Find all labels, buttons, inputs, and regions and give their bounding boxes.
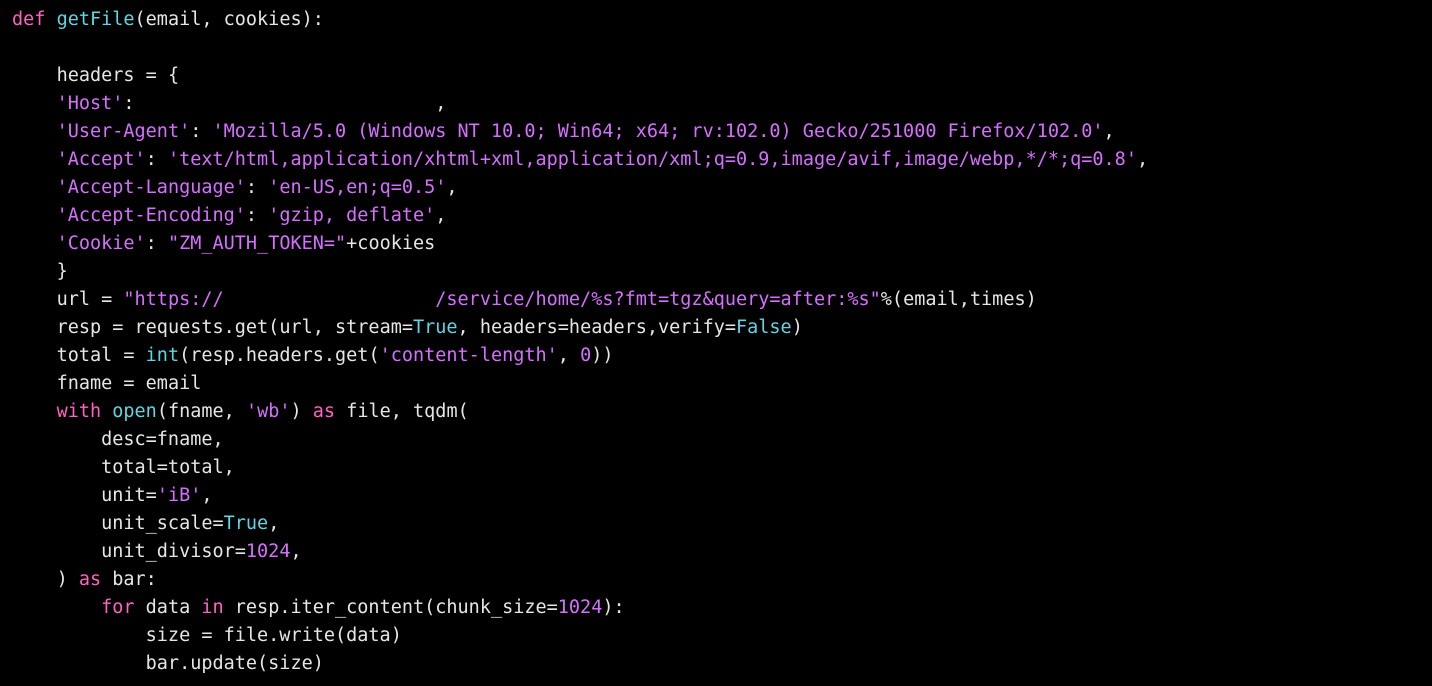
url-part2: /service/home/%s?fmt=tgz&query=after:%s": [435, 289, 881, 310]
false-literal: False: [736, 317, 792, 338]
cookie-key: 'Cookie': [57, 233, 146, 254]
accenc-val: 'gzip, deflate': [268, 205, 435, 226]
num-1024b: 1024: [558, 597, 603, 618]
bar-colon: bar:: [101, 569, 157, 590]
headers-close: }: [57, 261, 68, 282]
accept-key: 'Accept': [57, 149, 146, 170]
kw-as: as: [313, 401, 335, 422]
wb-mode: 'wb': [246, 401, 291, 422]
size-line: size = file.write(data): [146, 625, 402, 646]
open-fn: open: [112, 401, 157, 422]
resp-pre: resp = requests.get(url, stream=: [57, 317, 413, 338]
accenc-key: 'Accept-Encoding': [57, 205, 246, 226]
acclang-val: 'en-US,en;q=0.5': [268, 177, 446, 198]
cookie-concat: +cookies: [346, 233, 435, 254]
true-literal: True: [413, 317, 458, 338]
unit-ib: 'iB': [157, 485, 202, 506]
kw-def: def: [12, 9, 57, 30]
kw-in: in: [201, 597, 223, 618]
ua-key: 'User-Agent': [57, 121, 191, 142]
cookie-val: "ZM_AUTH_TOKEN=": [168, 233, 346, 254]
int-fn: int: [146, 345, 179, 366]
tqdm-total: total=total,: [101, 457, 235, 478]
func-name: getFile: [57, 9, 135, 30]
acclang-key: 'Accept-Language': [57, 177, 246, 198]
func-params: (email, cookies): [135, 9, 313, 30]
ua-val: 'Mozilla/5.0 (Windows NT 10.0; Win64; x6…: [213, 121, 1104, 142]
content-length: 'content-length': [380, 345, 558, 366]
tqdm-desc: desc=fname,: [101, 429, 224, 450]
url-format: %(email,times): [881, 289, 1037, 310]
url-part1: "https://: [123, 289, 223, 310]
kw-for: for: [101, 597, 134, 618]
file-tqdm: file, tqdm(: [335, 401, 469, 422]
url-assign: url =: [57, 289, 124, 310]
num-1024: 1024: [246, 541, 291, 562]
host-key: 'Host': [57, 93, 124, 114]
iter-pre: resp.iter_content(chunk_size=: [224, 597, 558, 618]
headers-open: headers = {: [57, 65, 180, 86]
accept-val: 'text/html,application/xhtml+xml,applica…: [168, 149, 1137, 170]
kw-with: with: [57, 401, 102, 422]
bar-update: bar.update(size): [146, 653, 324, 674]
python-code-block: def getFile(email, cookies): headers = {…: [0, 0, 1432, 684]
total-pre: total =: [57, 345, 146, 366]
true-literal-2: True: [224, 513, 269, 534]
fname-line: fname = email: [57, 373, 202, 394]
kw-as-2: as: [79, 569, 101, 590]
